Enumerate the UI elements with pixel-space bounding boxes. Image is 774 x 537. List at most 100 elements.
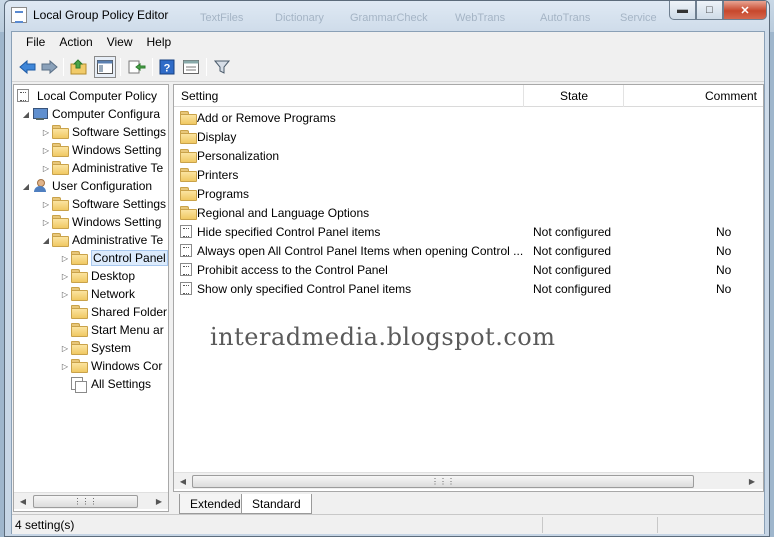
expand-icon[interactable]: ▷	[40, 218, 52, 227]
list-horizontal-scrollbar[interactable]: ◀ ⋮⋮⋮ ▶	[174, 472, 763, 489]
list-item[interactable]: Prohibit access to the Control Panel Not …	[174, 260, 763, 279]
tree-item-all-settings[interactable]: All Settings	[59, 375, 151, 393]
show-hide-console-tree-button[interactable]	[94, 56, 116, 78]
tree-item-label: All Settings	[91, 377, 152, 391]
minimize-icon: ▬	[677, 4, 688, 16]
scroll-right-icon[interactable]: ▶	[152, 495, 166, 508]
column-state[interactable]: State	[524, 85, 624, 107]
tree-item-network[interactable]: ▷ Network	[59, 285, 135, 303]
settings-list[interactable]: Setting State Comment Add or Remove Prog…	[173, 84, 764, 492]
window-title: Local Group Policy Editor	[33, 8, 169, 22]
scrollbar-thumb[interactable]: ⋮⋮⋮	[192, 475, 694, 488]
tree-horizontal-scrollbar[interactable]: ◀ ⋮⋮⋮ ▶	[14, 492, 168, 509]
tree-item-control-panel[interactable]: ▷ Control Panel	[59, 249, 168, 267]
list-item[interactable]: Always open All Control Panel Items when…	[174, 241, 763, 260]
background-item: AutoTrans	[540, 12, 591, 24]
collapse-icon[interactable]: ◢	[40, 236, 52, 245]
back-button[interactable]	[18, 57, 38, 77]
list-item[interactable]: Regional and Language Options	[174, 203, 763, 222]
client-area: File Action View Help ? Local Computer P…	[11, 31, 765, 534]
policy-document-icon	[17, 89, 33, 103]
tree-item-system[interactable]: ▷ System	[59, 339, 131, 357]
tree-item-label: Administrative Te	[72, 161, 164, 175]
folder-icon	[180, 187, 197, 203]
maximize-icon: □	[706, 4, 713, 16]
filter-button[interactable]	[212, 57, 232, 77]
tab-standard[interactable]: Standard	[241, 494, 312, 514]
tree-item-shared-folders[interactable]: Shared Folder	[59, 303, 167, 321]
scroll-left-icon[interactable]: ◀	[176, 475, 190, 488]
help-button[interactable]: ?	[157, 57, 177, 77]
menu-action[interactable]: Action	[52, 32, 99, 52]
background-item: GrammarCheck	[350, 12, 428, 24]
menu-view[interactable]: View	[100, 32, 140, 52]
scrollbar-thumb[interactable]: ⋮⋮⋮	[33, 495, 138, 508]
column-comment[interactable]: Comment	[624, 85, 763, 107]
expand-icon[interactable]: ▷	[59, 362, 71, 371]
setting-comment: No	[716, 244, 732, 258]
collapse-icon[interactable]: ◢	[20, 182, 32, 191]
menu-bar: File Action View Help	[12, 32, 764, 52]
tree-item-start-menu[interactable]: Start Menu ar	[59, 321, 164, 339]
toolbar-separator	[63, 58, 64, 76]
expand-icon[interactable]: ▷	[59, 254, 71, 263]
tree-item-windows-components[interactable]: ▷ Windows Cor	[59, 357, 162, 375]
tree-item-desktop[interactable]: ▷ Desktop	[59, 267, 135, 285]
setting-name: Hide specified Control Panel items	[197, 225, 381, 239]
expand-icon[interactable]: ▷	[40, 164, 52, 173]
expand-icon[interactable]: ▷	[40, 128, 52, 137]
collapse-icon[interactable]: ◢	[20, 110, 32, 119]
toolbar: ?	[12, 52, 764, 82]
list-item[interactable]: Programs	[174, 184, 763, 203]
back-arrow-icon	[19, 59, 36, 75]
list-item[interactable]: Personalization	[174, 146, 763, 165]
tree-item-computer-configuration[interactable]: ◢ Computer Configura	[20, 105, 160, 123]
setting-state: Not configured	[533, 244, 612, 258]
setting-comment: No	[716, 282, 732, 296]
forward-button[interactable]	[39, 57, 59, 77]
console-tree[interactable]: Local Computer Policy ◢ Computer Configu…	[13, 84, 169, 512]
tree-item-software-settings[interactable]: ▷ Software Settings	[40, 195, 166, 213]
menu-file[interactable]: File	[19, 32, 52, 52]
list-item[interactable]: Display	[174, 127, 763, 146]
scroll-left-icon[interactable]: ◀	[16, 495, 30, 508]
toolbar-separator	[120, 58, 121, 76]
setting-state: Not configured	[533, 282, 612, 296]
expand-icon[interactable]: ▷	[40, 146, 52, 155]
list-item[interactable]: Show only specified Control Panel items N…	[174, 279, 763, 298]
title-bar[interactable]: Local Group Policy Editor TextFiles Dict…	[5, 1, 769, 31]
expand-icon[interactable]: ▷	[59, 272, 71, 281]
menu-help[interactable]: Help	[140, 32, 179, 52]
filter-icon	[214, 60, 230, 74]
tree-item-administrative-templates[interactable]: ▷ Administrative Te	[40, 159, 163, 177]
tree-item-windows-settings[interactable]: ▷ Windows Setting	[40, 213, 161, 231]
tree-item-software-settings[interactable]: ▷ Software Settings	[40, 123, 166, 141]
setting-name: Add or Remove Programs	[197, 111, 336, 125]
tree-item-label: Windows Setting	[72, 143, 162, 157]
list-item[interactable]: Printers	[174, 165, 763, 184]
up-one-level-button[interactable]	[69, 57, 89, 77]
extended-view-button[interactable]	[181, 57, 201, 77]
expand-icon[interactable]: ▷	[59, 290, 71, 299]
maximize-button[interactable]: □	[696, 1, 723, 20]
tree-item-user-configuration[interactable]: ◢ User Configuration	[20, 177, 152, 195]
export-list-button[interactable]	[127, 57, 147, 77]
tree-item-windows-settings[interactable]: ▷ Windows Setting	[40, 141, 161, 159]
folder-icon	[180, 130, 197, 146]
scroll-right-icon[interactable]: ▶	[745, 475, 759, 488]
tree-item-label: Software Settings	[72, 197, 167, 211]
up-folder-icon	[70, 59, 87, 75]
tree-item-root[interactable]: Local Computer Policy	[17, 87, 157, 105]
close-button[interactable]: ✕	[723, 1, 767, 20]
status-cell	[542, 517, 543, 533]
tree-item-administrative-templates[interactable]: ◢ Administrative Te	[40, 231, 163, 249]
expand-icon[interactable]: ▷	[40, 200, 52, 209]
list-item[interactable]: Hide specified Control Panel items Not co…	[174, 222, 763, 241]
tree-item-label: Software Settings	[72, 125, 167, 139]
tree-item-label: Administrative Te	[72, 233, 164, 247]
list-item[interactable]: Add or Remove Programs	[174, 108, 763, 127]
expand-icon[interactable]: ▷	[59, 344, 71, 353]
folder-icon	[52, 125, 69, 139]
minimize-button[interactable]: ▬	[669, 1, 696, 20]
column-setting[interactable]: Setting	[174, 85, 524, 107]
